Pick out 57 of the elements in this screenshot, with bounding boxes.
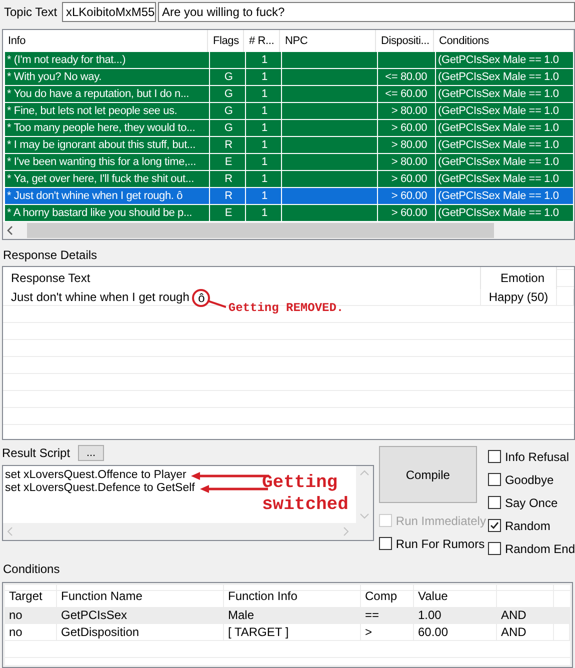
circled-character: ô	[192, 289, 210, 308]
checkbox-label: Run For Rumors	[396, 536, 485, 551]
table-row[interactable]: * I may be ignorant about this stuff, but... R 1 > 80.00 (GetPCIsSex Male == 1.0	[5, 137, 574, 154]
section-label: Response Details	[2, 247, 98, 264]
checkbox-label: Say Once	[504, 496, 558, 510]
checkbox[interactable]	[488, 519, 501, 532]
checkbox-label: Run Immediately	[396, 514, 486, 528]
topic-text-field[interactable]: Are you willing to fuck?	[158, 2, 575, 22]
scroll-left-icon[interactable]	[7, 226, 13, 236]
checkbox[interactable]	[488, 496, 501, 510]
checkbox-label: Goodbye	[504, 472, 554, 487]
table-cell: ==	[361, 607, 414, 624]
checkbox[interactable]	[488, 473, 501, 486]
table-cell: GetDisposition	[57, 624, 224, 642]
script-line: set xLoversQuest.Defence to GetSelf	[5, 482, 195, 496]
table-cell: AND	[497, 607, 554, 624]
compile-button[interactable]: Compile	[378, 446, 477, 504]
table-cell: >	[361, 624, 414, 642]
table-row[interactable]: * A horny bastard like you should be p... E 1 > 60.00 (GetPCIsSex Male == 1.0	[5, 205, 574, 222]
table-cell: no	[5, 624, 57, 642]
topic-label: Topic Text	[4, 4, 58, 19]
table-cell: no	[5, 607, 57, 624]
scrollbar-thumb[interactable]	[27, 223, 494, 238]
table-cell: 1.00	[414, 607, 497, 624]
script-line: set xLoversQuest.Offence to Player	[5, 469, 186, 482]
table-cell: Just don't whine when I get rough	[11, 290, 190, 305]
table-row[interactable]: * I've been wanting this for a long time,... E 1 > 80.00 (GetPCIsSex Male == 1.0	[5, 154, 574, 172]
table-cell: GetPCIsSex	[57, 607, 224, 624]
column-header[interactable]: Response Text	[3, 267, 481, 290]
annotation-text: Getting REMOVED.	[228, 301, 344, 316]
annotation-text: Getting switched	[262, 472, 350, 516]
table-cell: [ TARGET ]	[224, 624, 361, 642]
table-row[interactable]: * You do have a reputation, but I do n... G 1 <= 60.00 (GetPCIsSex Male == 1.0	[5, 86, 574, 104]
browse-button[interactable]: ...	[78, 445, 104, 462]
table-cell: Happy (50)	[481, 289, 557, 306]
checkbox[interactable]	[488, 450, 501, 464]
table-row[interactable]: * With you? No way. G 1 <= 80.00 (GetPCIsSex Male == 1.0	[5, 69, 574, 86]
checkbox-label: Info Refusal	[504, 450, 569, 464]
topic-id-field[interactable]: xLKoibitoMxM55	[62, 2, 156, 22]
checkbox[interactable]	[378, 537, 392, 550]
table-row[interactable]: * Too many people here, they would to... G 1 > 60.00 (GetPCIsSex Male == 1.0	[5, 120, 574, 138]
table-cell: Male	[224, 607, 361, 624]
table-row[interactable]: * Just don't whine when I get rough. ô R 1 > 60.00 (GetPCIsSex Male == 1.0	[5, 188, 574, 206]
table-row[interactable]: * Fine, but lets not let people see us. G 1 > 80.00 (GetPCIsSex Male == 1.0	[5, 103, 574, 120]
section-label: Result Script	[2, 446, 70, 460]
column-header[interactable]: Emotion	[481, 267, 557, 290]
checkbox-label: Random	[504, 518, 550, 533]
table-row[interactable]: * Ya, get over here, I'll fuck the shit out... R 1 > 60.00 (GetPCIsSex Male == 1.0	[5, 171, 574, 188]
checkbox[interactable]	[488, 542, 501, 556]
checkbox-label: Random End	[504, 542, 575, 556]
table-row[interactable]: * (I'm not ready for that...) 1 (GetPCIsSex Male == 1.0	[5, 52, 574, 70]
table-cell: 60.00	[414, 624, 497, 642]
table-row[interactable]: no GetPCIsSex Male == 1.00 AND	[5, 607, 570, 624]
table-row[interactable]: no GetDisposition [ TARGET ] > 60.00 AND	[5, 624, 570, 642]
table-cell: AND	[497, 624, 554, 642]
section-label: Conditions	[2, 561, 61, 578]
leader-line	[208, 300, 226, 308]
